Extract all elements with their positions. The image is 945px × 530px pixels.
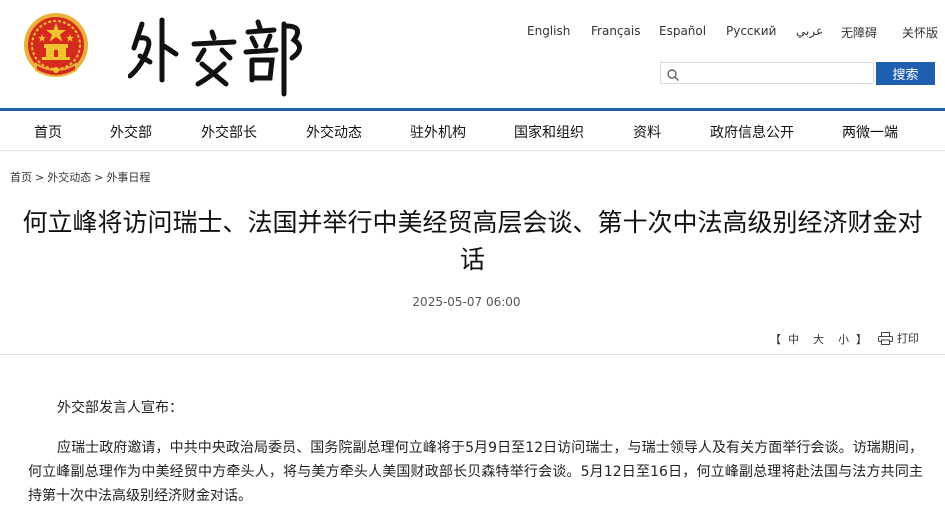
lang-arabic-link[interactable]: عربي <box>796 24 823 38</box>
search-input[interactable] <box>685 65 871 81</box>
breadcrumb-diplomatic-news-link[interactable]: 外交动态 <box>47 171 91 184</box>
breadcrumb-separator: > <box>94 171 104 184</box>
breadcrumb-separator: > <box>35 171 45 184</box>
print-button[interactable]: 打印 <box>878 330 919 346</box>
search-icon <box>666 67 680 81</box>
lang-english-link[interactable]: English <box>527 24 570 38</box>
search-button[interactable]: 搜索 <box>876 62 935 85</box>
nav-item-home[interactable]: 首页 <box>34 122 62 142</box>
search-box <box>660 62 874 84</box>
main-nav: 首页 外交部 外交部长 外交动态 驻外机构 国家和组织 资料 政府信息公开 两微… <box>0 111 945 151</box>
lang-russian-link[interactable]: Русский <box>726 24 776 38</box>
breadcrumb: 首页 > 外交动态 > 外事日程 <box>10 169 150 185</box>
nav-item-government-info[interactable]: 政府信息公开 <box>710 122 794 142</box>
accessibility-link[interactable]: 无障碍 <box>841 24 877 41</box>
font-size-bracket-close: 】 <box>856 333 867 346</box>
printer-icon <box>878 331 893 345</box>
print-label: 打印 <box>897 332 919 345</box>
article-date: 2025-05-07 06:00 <box>412 295 521 309</box>
article-paragraph: 外交部发言人宣布： <box>57 400 183 416</box>
lang-spanish-link[interactable]: Español <box>659 24 706 38</box>
nav-item-social-media[interactable]: 两微一端 <box>842 122 898 142</box>
font-size-small-button[interactable]: 小 <box>838 333 849 346</box>
national-emblem-logo[interactable] <box>22 12 90 82</box>
nav-item-minister[interactable]: 外交部长 <box>201 122 257 142</box>
nav-item-resources[interactable]: 资料 <box>633 122 661 142</box>
breadcrumb-home-link[interactable]: 首页 <box>10 171 32 184</box>
elderly-care-mode-link[interactable]: 关怀版 <box>902 24 938 41</box>
font-size-large-button[interactable]: 大 <box>813 333 824 346</box>
article-title: 何立峰将访问瑞士、法国并举行中美经贸高层会谈、第十次中法高级别经济财金对话 <box>22 208 923 274</box>
breadcrumb-foreign-affairs-schedule-link[interactable]: 外事日程 <box>106 171 150 184</box>
article-paragraph: 应瑞士政府邀请，中共中央政治局委员、国务院副总理何立峰将于5月9日至12日访问瑞… <box>28 440 923 504</box>
language-switcher: English Français Español Русский عربي 无障… <box>508 24 945 42</box>
content-divider <box>0 354 945 355</box>
font-size-tools: 【中 大 小】 <box>770 331 867 347</box>
ministry-calligraphy-logo[interactable] <box>127 14 308 98</box>
nav-item-diplomatic-news[interactable]: 外交动态 <box>306 122 362 142</box>
nav-item-countries-organizations[interactable]: 国家和组织 <box>514 122 584 142</box>
lang-french-link[interactable]: Français <box>591 24 640 38</box>
font-size-bracket-open: 【 <box>770 333 781 346</box>
nav-item-missions-overseas[interactable]: 驻外机构 <box>410 122 466 142</box>
font-size-medium-button[interactable]: 中 <box>788 333 799 346</box>
nav-item-ministry[interactable]: 外交部 <box>110 122 152 142</box>
site-header: English Français Español Русский عربي 无障… <box>0 0 945 108</box>
